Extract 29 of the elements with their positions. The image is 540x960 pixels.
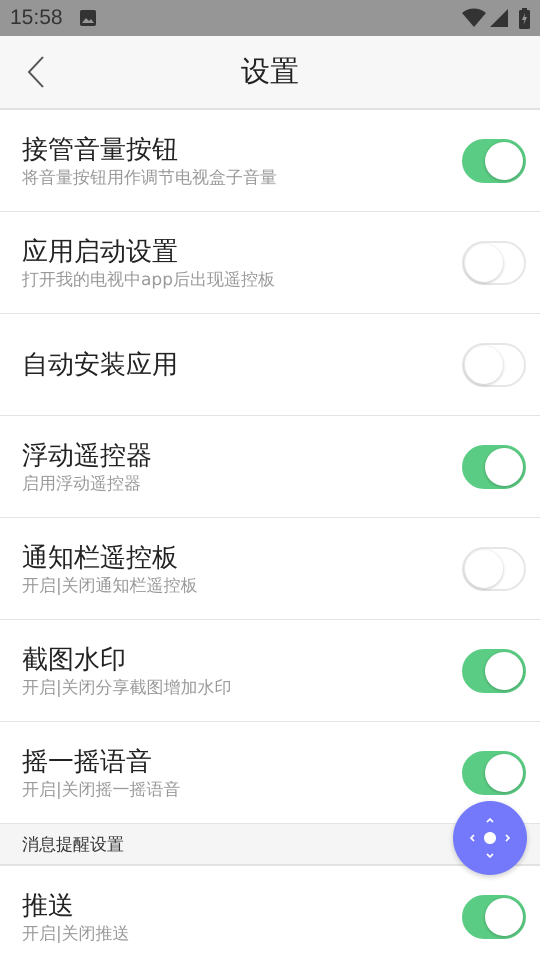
toggle-switch[interactable] [462,648,526,692]
setting-description: 将音量按钮用作调节电视盒子音量 [22,166,278,188]
status-time: 15:58 [10,6,63,30]
setting-description: 打开我的电视中app后出现遥控板 [22,268,276,290]
setting-description: 开启|关闭摇一摇语音 [22,778,182,800]
wifi-icon [462,8,486,28]
direction-pad-icon [468,816,512,860]
section-title: 消息提醒设置 [22,834,124,856]
toggle-switch[interactable] [462,894,526,938]
toggle-switch[interactable] [462,750,526,794]
signal-icon [489,8,509,28]
setting-description: 开启|关闭推送 [22,922,131,944]
image-icon [78,9,97,27]
back-button[interactable] [26,55,46,89]
setting-description: 启用浮动遥控器 [22,472,142,494]
setting-title: 截图水印 [22,644,127,676]
setting-title: 接管音量按钮 [22,134,179,166]
setting-description: 开启|关闭分享截图增加水印 [22,676,233,698]
setting-title: 应用启动设置 [22,236,179,268]
setting-title: 推送 [22,890,75,922]
setting-title: 摇一摇语音 [22,746,153,778]
setting-title: 通知栏遥控板 [22,542,179,574]
toggle-switch[interactable] [462,444,526,488]
setting-title: 自动安装应用 [22,348,179,382]
toggle-switch[interactable] [462,138,526,182]
setting-description: 开启|关闭通知栏遥控板 [22,574,199,596]
setting-title: 浮动遥控器 [22,440,153,472]
battery-icon [519,8,530,28]
page-title: 设置 [240,53,300,90]
